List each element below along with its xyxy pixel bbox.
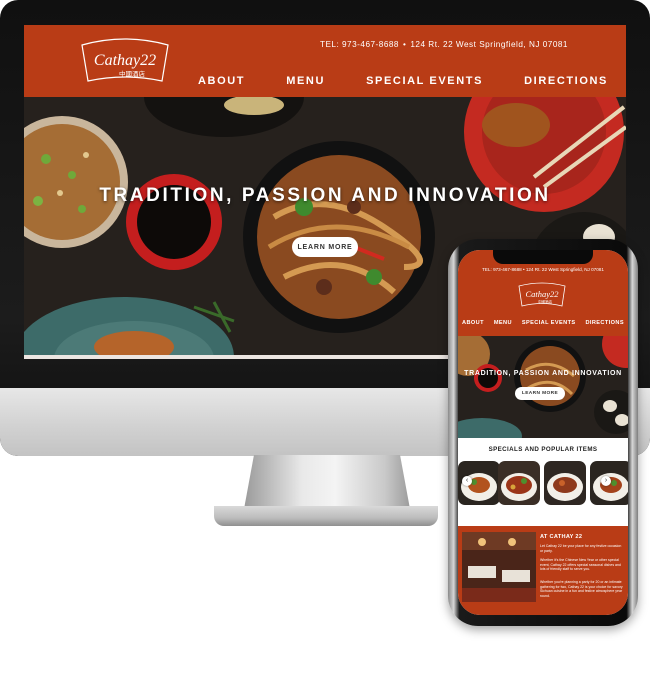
- nav-about[interactable]: ABOUT: [198, 75, 245, 87]
- specials-section: SPECIALS AND POPULAR ITEMS ‹ ›: [458, 438, 628, 522]
- mobile-logo-wordmark: Cathay22: [525, 289, 559, 299]
- phone-number[interactable]: TEL: 973-467-8688: [320, 40, 399, 49]
- street-address: 124 Rt. 22 West Springfield, NJ 07081: [410, 40, 568, 49]
- hero-title: TRADITION, PASSION AND INNOVATION: [99, 185, 551, 206]
- logo-wordmark: Cathay22: [94, 52, 156, 69]
- special-item-2[interactable]: [498, 461, 540, 505]
- nav-menu[interactable]: MENU: [286, 75, 325, 87]
- mobile-nav-special-events[interactable]: SPECIAL EVENTS: [522, 320, 576, 326]
- monitor-stand: [244, 455, 410, 509]
- cathay22-logo[interactable]: Cathay22 中國酒店: [76, 35, 174, 87]
- mobile-logo-chinese: 中國酒店: [538, 299, 553, 304]
- mobile-nav-about[interactable]: ABOUT: [462, 320, 484, 326]
- main-nav: ABOUT MENU SPECIAL EVENTS DIRECTIONS: [198, 75, 608, 87]
- about-paragraph-2: Whether it's the Chinese New Year or oth…: [540, 558, 621, 572]
- about-title: AT CATHAY 22: [540, 534, 583, 540]
- mobile-nav: ABOUT MENU SPECIAL EVENTS DIRECTIONS: [462, 320, 624, 326]
- special-item-3[interactable]: [544, 461, 586, 505]
- mobile-hero-title: TRADITION, PASSION AND INNOVATION: [464, 370, 622, 377]
- chevron-right-icon[interactable]: ›: [601, 476, 611, 486]
- dining-room-image: [462, 532, 536, 602]
- about-section: AT CATHAY 22 Let Cathay 22 be your place…: [458, 526, 628, 615]
- contact-separator: •: [403, 40, 407, 49]
- mobile-cathay22-logo[interactable]: Cathay22 中國酒店: [516, 281, 568, 309]
- about-paragraph-3: Whether you're planning a party for 20 o…: [540, 580, 623, 598]
- mobile-contact: TEL: 973-467-8688 • 124 Rt. 22 West Spri…: [482, 267, 604, 272]
- about-paragraph-1: Let Cathay 22 be your place for any fest…: [540, 544, 622, 553]
- mobile-nav-menu[interactable]: MENU: [494, 320, 512, 326]
- logo-chinese: 中國酒店: [119, 69, 146, 78]
- specials-title: SPECIALS AND POPULAR ITEMS: [488, 446, 598, 453]
- mobile-nav-directions[interactable]: DIRECTIONS: [585, 320, 624, 326]
- phone-notch: [493, 250, 593, 264]
- nav-special-events[interactable]: SPECIAL EVENTS: [366, 75, 483, 87]
- chevron-left-icon[interactable]: ‹: [462, 476, 472, 486]
- mobile-learn-more-button[interactable]: LEARN MORE: [515, 387, 565, 400]
- mobile-screen: TEL: 973-467-8688 • 124 Rt. 22 West Spri…: [458, 250, 628, 615]
- monitor-stand-base: [214, 506, 438, 526]
- site-header: Cathay22 中國酒店 TEL: 973-467-8688 • 124 Rt. …: [24, 25, 626, 97]
- mobile-hero: TRADITION, PASSION AND INNOVATION LEARN …: [458, 336, 628, 438]
- learn-more-button[interactable]: LEARN MORE: [292, 237, 358, 257]
- nav-directions[interactable]: DIRECTIONS: [524, 75, 608, 87]
- header-contact: TEL: 973-467-8688 • 124 Rt. 22 West Spring…: [320, 40, 568, 49]
